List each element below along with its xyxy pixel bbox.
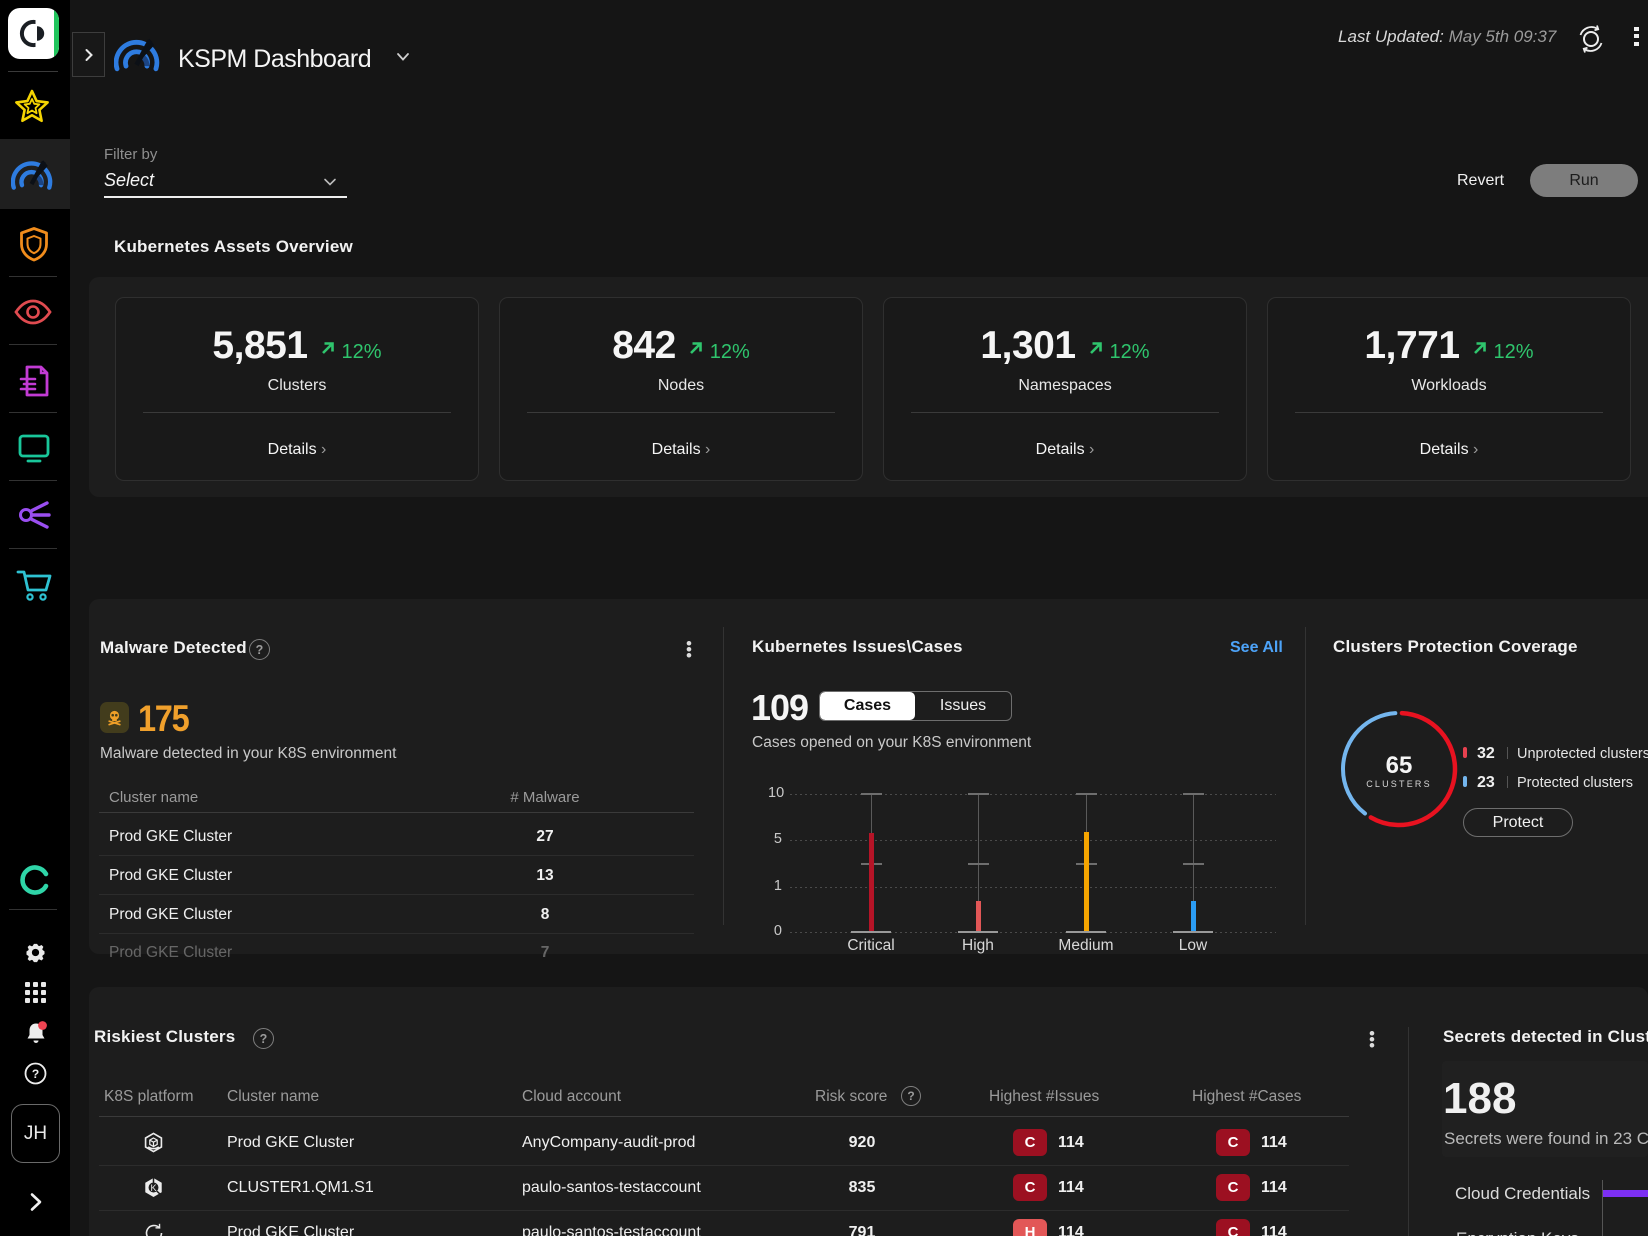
svg-text:CLUSTERS: CLUSTERS (1366, 779, 1432, 789)
svg-text:K: K (150, 1183, 156, 1193)
svg-text:?: ? (32, 1067, 39, 1081)
svg-text:65: 65 (1386, 752, 1413, 779)
